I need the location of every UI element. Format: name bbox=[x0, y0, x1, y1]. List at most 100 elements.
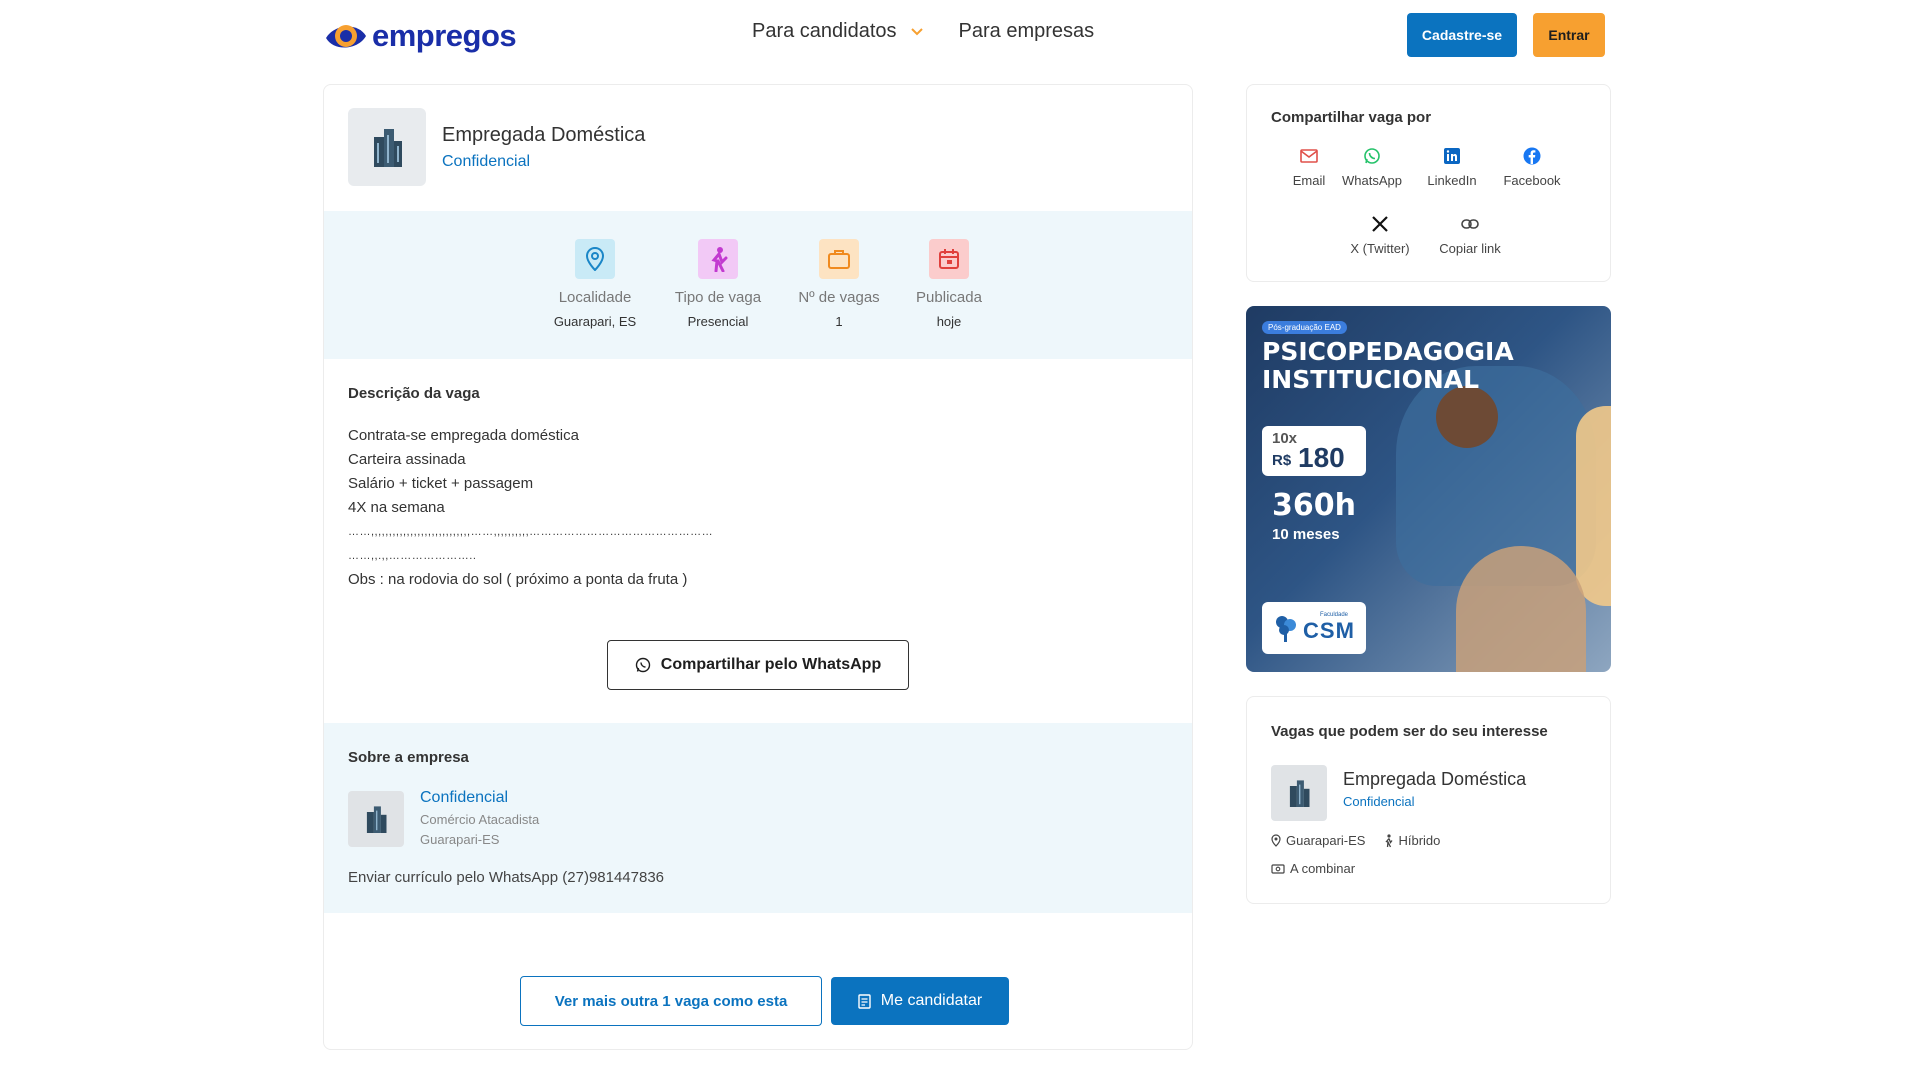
info-value: Guarapari, ES bbox=[553, 314, 637, 329]
related-job-company[interactable]: Confidencial bbox=[1343, 794, 1415, 809]
signup-button[interactable]: Cadastre-se bbox=[1407, 13, 1517, 57]
info-num-vagas: Nº de vagas 1 bbox=[779, 239, 899, 329]
money-icon bbox=[1271, 863, 1285, 874]
share-option-label: X (Twitter) bbox=[1350, 241, 1410, 256]
apply-label: Me candidatar bbox=[880, 992, 983, 1009]
briefcase-icon bbox=[819, 239, 859, 279]
site-logo[interactable]: empregos bbox=[324, 14, 517, 58]
related-job-meta: Guarapari-ES Híbrido bbox=[1271, 833, 1440, 848]
ad-photo-shape bbox=[1456, 546, 1586, 672]
apply-button[interactable]: Me candidatar bbox=[831, 977, 1009, 1025]
share-x-option[interactable]: X (Twitter) bbox=[1335, 213, 1425, 256]
linkedin-icon bbox=[1407, 145, 1497, 167]
related-job-mode: Híbrido bbox=[1398, 833, 1441, 848]
about-title: Sobre a empresa bbox=[348, 749, 469, 766]
more-similar-jobs-button[interactable]: Ver mais outra 1 vaga como esta bbox=[520, 976, 822, 1026]
building-icon bbox=[1289, 780, 1310, 807]
share-option-label: Copiar link bbox=[1439, 241, 1501, 256]
share-whatsapp-button[interactable]: Compartilhar pelo WhatsApp bbox=[607, 640, 909, 690]
site-header: empregos Para candidatos Para empresas C… bbox=[0, 0, 1920, 70]
nav-label: Para candidatos bbox=[752, 20, 897, 42]
related-jobs-card: Vagas que podem ser do seu interesse Emp… bbox=[1246, 696, 1611, 904]
company-logo bbox=[348, 791, 404, 847]
main-nav: Para candidatos Para empresas bbox=[752, 20, 1094, 43]
eye-logo-icon bbox=[324, 14, 368, 58]
share-whatsapp-label: Compartilhar pelo WhatsApp bbox=[660, 656, 882, 673]
link-icon bbox=[1425, 213, 1515, 235]
ad-price: 180 bbox=[1298, 442, 1345, 473]
description-title: Descrição da vaga bbox=[348, 385, 480, 402]
job-detail-card: Empregada Doméstica Confidencial Localid… bbox=[323, 84, 1193, 1050]
login-button[interactable]: Entrar bbox=[1533, 13, 1605, 57]
location-pin-icon bbox=[575, 239, 615, 279]
ad-price-box: 10x R$ 180 bbox=[1262, 426, 1366, 476]
description-line: Contrata-se empregada doméstica bbox=[348, 427, 579, 444]
info-tipo-vaga: Tipo de vaga Presencial bbox=[658, 239, 778, 329]
ad-currency: R$ bbox=[1272, 452, 1292, 469]
info-label: Tipo de vaga bbox=[674, 289, 762, 306]
info-value: hoje bbox=[936, 314, 962, 329]
ad-photo-shape bbox=[1436, 386, 1498, 448]
person-walking-icon bbox=[1385, 833, 1394, 847]
facebook-icon bbox=[1487, 145, 1577, 167]
whatsapp-icon bbox=[1327, 145, 1417, 167]
job-company-link[interactable]: Confidencial bbox=[442, 153, 530, 171]
document-icon bbox=[858, 993, 871, 1009]
job-info-band: Localidade Guarapari, ES Tipo de vaga Pr… bbox=[324, 211, 1192, 359]
about-company-city: Guarapari-ES bbox=[420, 832, 500, 847]
company-logo bbox=[1271, 765, 1327, 821]
copy-link-option[interactable]: Copiar link bbox=[1425, 213, 1515, 256]
ad-brand-logo: Faculdade CSM bbox=[1262, 602, 1366, 654]
share-option-label: WhatsApp bbox=[1342, 173, 1402, 188]
ad-tag: Pós-graduação EAD bbox=[1262, 321, 1347, 334]
related-job-salary-row: A combinar bbox=[1271, 861, 1355, 876]
ad-hours: 360h bbox=[1272, 488, 1356, 523]
ad-photo-shape bbox=[1576, 406, 1611, 606]
description-line: 4X na semana bbox=[348, 499, 445, 516]
company-logo bbox=[348, 108, 426, 186]
job-header: Empregada Doméstica Confidencial bbox=[324, 85, 1192, 210]
info-label: Nº de vagas bbox=[798, 289, 880, 306]
share-facebook-option[interactable]: Facebook bbox=[1487, 145, 1577, 188]
info-value: 1 bbox=[835, 314, 843, 329]
nav-para-candidatos[interactable]: Para candidatos bbox=[752, 20, 923, 43]
about-company: Sobre a empresa Confidencial Comércio At… bbox=[324, 723, 1192, 913]
location-pin-icon bbox=[1271, 834, 1281, 847]
share-whatsapp-option[interactable]: WhatsApp bbox=[1327, 145, 1417, 188]
nav-label: Para empresas bbox=[958, 20, 1095, 42]
description-body: Contrata-se empregada doméstica Carteira… bbox=[348, 424, 1148, 592]
about-company-sector: Comércio Atacadista bbox=[420, 812, 540, 827]
description-line: Obs : na rodovia do sol ( próximo a pont… bbox=[348, 571, 688, 588]
chevron-down-icon bbox=[910, 27, 923, 35]
description-line: Carteira assinada bbox=[348, 451, 466, 468]
share-card: Compartilhar vaga por Email WhatsApp Lin… bbox=[1246, 84, 1611, 282]
info-value: Presencial bbox=[687, 314, 749, 329]
share-title: Compartilhar vaga por bbox=[1271, 109, 1432, 126]
building-icon bbox=[366, 806, 387, 833]
info-label: Publicada bbox=[916, 289, 982, 306]
building-icon bbox=[374, 129, 402, 167]
related-job-salary: A combinar bbox=[1290, 861, 1356, 876]
about-company-note: Enviar currículo pelo WhatsApp (27)98144… bbox=[348, 869, 665, 886]
ad-brand-small: Faculdade bbox=[1320, 612, 1349, 618]
logo-text: empregos bbox=[372, 18, 517, 53]
related-title: Vagas que podem ser do seu interesse bbox=[1271, 723, 1548, 740]
whatsapp-icon bbox=[635, 657, 650, 673]
nav-para-empresas[interactable]: Para empresas bbox=[959, 20, 1095, 43]
x-icon bbox=[1335, 213, 1425, 235]
ad-installments: 10x bbox=[1272, 430, 1298, 447]
calendar-icon bbox=[929, 239, 969, 279]
description-line: ……,,.,,………………….. bbox=[348, 550, 477, 562]
ad-duration: 10 meses bbox=[1272, 526, 1340, 543]
job-description: Descrição da vaga Contrata-se empregada … bbox=[348, 385, 1148, 592]
share-linkedin-option[interactable]: LinkedIn bbox=[1407, 145, 1497, 188]
related-job-title[interactable]: Empregada Doméstica bbox=[1343, 769, 1526, 790]
description-line: Salário + ticket + passagem bbox=[348, 475, 534, 492]
share-option-label: LinkedIn bbox=[1427, 173, 1477, 188]
info-label: Localidade bbox=[558, 289, 632, 306]
info-localidade: Localidade Guarapari, ES bbox=[535, 239, 655, 329]
related-job-location: Guarapari-ES bbox=[1286, 833, 1366, 848]
ad-banner[interactable]: Pós-graduação EAD PSICOPEDAGOGIA INSTITU… bbox=[1246, 306, 1611, 672]
about-company-name[interactable]: Confidencial bbox=[420, 789, 508, 807]
share-option-label: Facebook bbox=[1503, 173, 1561, 188]
